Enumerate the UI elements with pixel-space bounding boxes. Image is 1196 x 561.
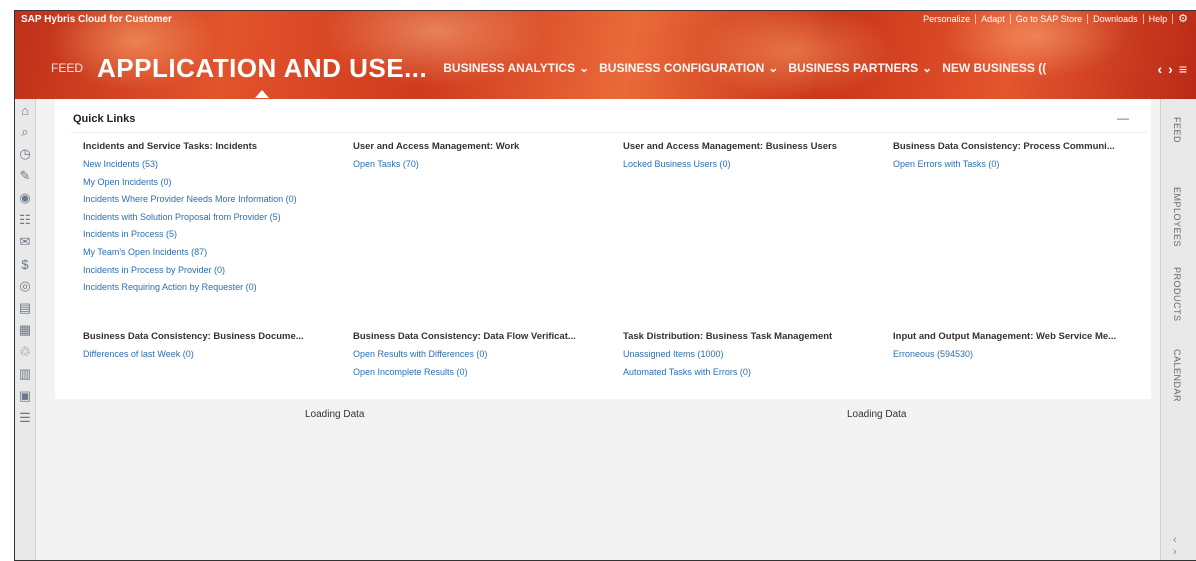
group-title: Business Data Consistency: Business Docu…	[83, 331, 304, 342]
brand-title: SAP Hybris Cloud for Customer	[21, 14, 172, 25]
users-icon[interactable]: ☷	[15, 209, 35, 231]
link-group: Incidents and Service Tasks: Incidents N…	[83, 141, 343, 300]
quick-link[interactable]: Open Errors with Tasks (0)	[893, 159, 1143, 169]
group-title: Business Data Consistency: Data Flow Ver…	[353, 331, 576, 342]
message-icon[interactable]: ▣	[15, 385, 35, 407]
sap-store-link[interactable]: Go to SAP Store	[1009, 14, 1087, 24]
quick-link[interactable]: Incidents in Process (5)	[83, 229, 343, 239]
group-title: Input and Output Management: Web Service…	[893, 331, 1117, 342]
quick-link[interactable]: Incidents with Solution Proposal from Pr…	[83, 212, 343, 222]
quick-link[interactable]: New Incidents (53)	[83, 159, 343, 169]
link-group: Task Distribution: Business Task Managem…	[623, 331, 883, 384]
link-group: Business Data Consistency: Data Flow Ver…	[353, 331, 613, 384]
quick-link[interactable]: Erroneous (594530)	[893, 349, 1143, 359]
tab-business-analytics[interactable]: BUSINESS ANALYTICS ⌄	[443, 61, 589, 75]
side-tab-employees[interactable]: EMPLOYEES	[1172, 187, 1182, 247]
mail-icon[interactable]: ✉	[15, 231, 35, 253]
link-group: Input and Output Management: Web Service…	[893, 331, 1143, 367]
app-window: SAP Hybris Cloud for Customer Personaliz…	[14, 10, 1196, 561]
group-title: User and Access Management: Business Use…	[623, 141, 838, 152]
group-title: Incidents and Service Tasks: Incidents	[83, 141, 258, 152]
money-icon[interactable]: $	[15, 253, 35, 275]
gear-icon[interactable]: ⚙	[1172, 14, 1193, 25]
quick-links-content: Incidents and Service Tasks: Incidents N…	[71, 132, 1147, 393]
tab-label: BUSINESS CONFIGURATION	[599, 61, 765, 75]
side-scroll-arrows[interactable]: ‹ ›	[1173, 534, 1177, 558]
side-tab-calendar[interactable]: CALENDAR	[1172, 349, 1182, 402]
org-chart-icon[interactable]: ▥	[15, 363, 35, 385]
group-title: User and Access Management: Work	[353, 141, 520, 152]
tab-new-business[interactable]: NEW BUSINESS ((	[942, 61, 1046, 75]
side-tab-products[interactable]: PRODUCTS	[1172, 267, 1182, 322]
quick-link[interactable]: Incidents Where Provider Needs More Info…	[83, 194, 343, 204]
tab-label: NEW BUSINESS ((	[942, 61, 1047, 75]
link-group: User and Access Management: Business Use…	[623, 141, 883, 177]
home-icon[interactable]: ⌂	[15, 99, 35, 121]
quick-link[interactable]: Open Tasks (70)	[353, 159, 613, 169]
chevron-down-icon: ⌄	[768, 61, 779, 75]
group-title: Business Data Consistency: Process Commu…	[893, 141, 1115, 152]
link-group: Business Data Consistency: Business Docu…	[83, 331, 343, 367]
tab-feed[interactable]: FEED	[51, 61, 83, 75]
quick-links-panel: Quick Links — Incidents and Service Task…	[55, 99, 1151, 399]
list-icon[interactable]: ☰	[15, 407, 35, 429]
left-nav-bar: ⌂ ⌕ ◷ ✎ ◉ ☷ ✉ $ ◎ ▤ ▦ ♲ ▥ ▣ ☰	[15, 99, 36, 560]
link-group: User and Access Management: Work Open Ta…	[353, 141, 613, 177]
tab-label: BUSINESS PARTNERS	[788, 61, 919, 75]
chevron-left-icon[interactable]: ‹	[1157, 61, 1162, 77]
tab-application-and-user-management[interactable]: APPLICATION AND USE...	[91, 53, 433, 98]
personalize-link[interactable]: Personalize	[918, 14, 975, 24]
search-icon[interactable]: ⌕	[15, 121, 35, 143]
quick-link[interactable]: Locked Business Users (0)	[623, 159, 883, 169]
quick-link[interactable]: Differences of last Week (0)	[83, 349, 343, 359]
right-side-bar: FEED EMPLOYEES PRODUCTS CALENDAR ‹ ›	[1160, 99, 1196, 560]
clock-icon[interactable]: ◷	[15, 143, 35, 165]
tab-label: BUSINESS ANALYTICS	[443, 61, 576, 75]
loading-indicator: Loading Data	[305, 409, 365, 420]
quick-link[interactable]: Open Results with Differences (0)	[353, 349, 613, 359]
quick-link[interactable]: My Team's Open Incidents (87)	[83, 247, 343, 257]
quick-link[interactable]: Unassigned Items (1000)	[623, 349, 883, 359]
tab-business-configuration[interactable]: BUSINESS CONFIGURATION ⌄	[599, 61, 778, 75]
form-icon[interactable]: ▦	[15, 319, 35, 341]
header-banner: SAP Hybris Cloud for Customer Personaliz…	[15, 11, 1196, 99]
globe-icon[interactable]: ◎	[15, 275, 35, 297]
user-circle-icon[interactable]: ◉	[15, 187, 35, 209]
tab-navigation: ‹ › ≡	[1157, 61, 1187, 77]
adapt-link[interactable]: Adapt	[975, 14, 1010, 24]
workcenter-tabs: FEED APPLICATION AND USE... BUSINESS ANA…	[51, 51, 1046, 98]
collapse-button[interactable]: —	[1117, 111, 1129, 125]
handshake-icon[interactable]: ♲	[15, 341, 35, 363]
downloads-link[interactable]: Downloads	[1087, 14, 1143, 24]
quick-link[interactable]: Open Incomplete Results (0)	[353, 367, 613, 377]
tab-business-partners[interactable]: BUSINESS PARTNERS ⌄	[788, 61, 932, 75]
menu-icon[interactable]: ≡	[1179, 61, 1187, 77]
quick-links-title: Quick Links	[73, 113, 136, 125]
link-group: Business Data Consistency: Process Commu…	[893, 141, 1143, 177]
chevron-down-icon: ⌄	[922, 61, 933, 75]
quick-link[interactable]: My Open Incidents (0)	[83, 177, 343, 187]
chevron-right-icon[interactable]: ›	[1168, 61, 1173, 77]
side-tab-feed[interactable]: FEED	[1172, 117, 1182, 143]
help-link[interactable]: Help	[1142, 14, 1173, 24]
chevron-down-icon: ⌄	[579, 61, 590, 75]
document-edit-icon[interactable]: ▤	[15, 297, 35, 319]
quick-link[interactable]: Incidents Requiring Action by Requester …	[83, 282, 343, 292]
quick-link[interactable]: Incidents in Process by Provider (0)	[83, 265, 343, 275]
top-links: Personalize Adapt Go to SAP Store Downlo…	[918, 14, 1193, 25]
edit-report-icon[interactable]: ✎	[15, 165, 35, 187]
group-title: Task Distribution: Business Task Managem…	[623, 331, 833, 342]
loading-indicator: Loading Data	[847, 409, 907, 420]
quick-link[interactable]: Automated Tasks with Errors (0)	[623, 367, 883, 377]
